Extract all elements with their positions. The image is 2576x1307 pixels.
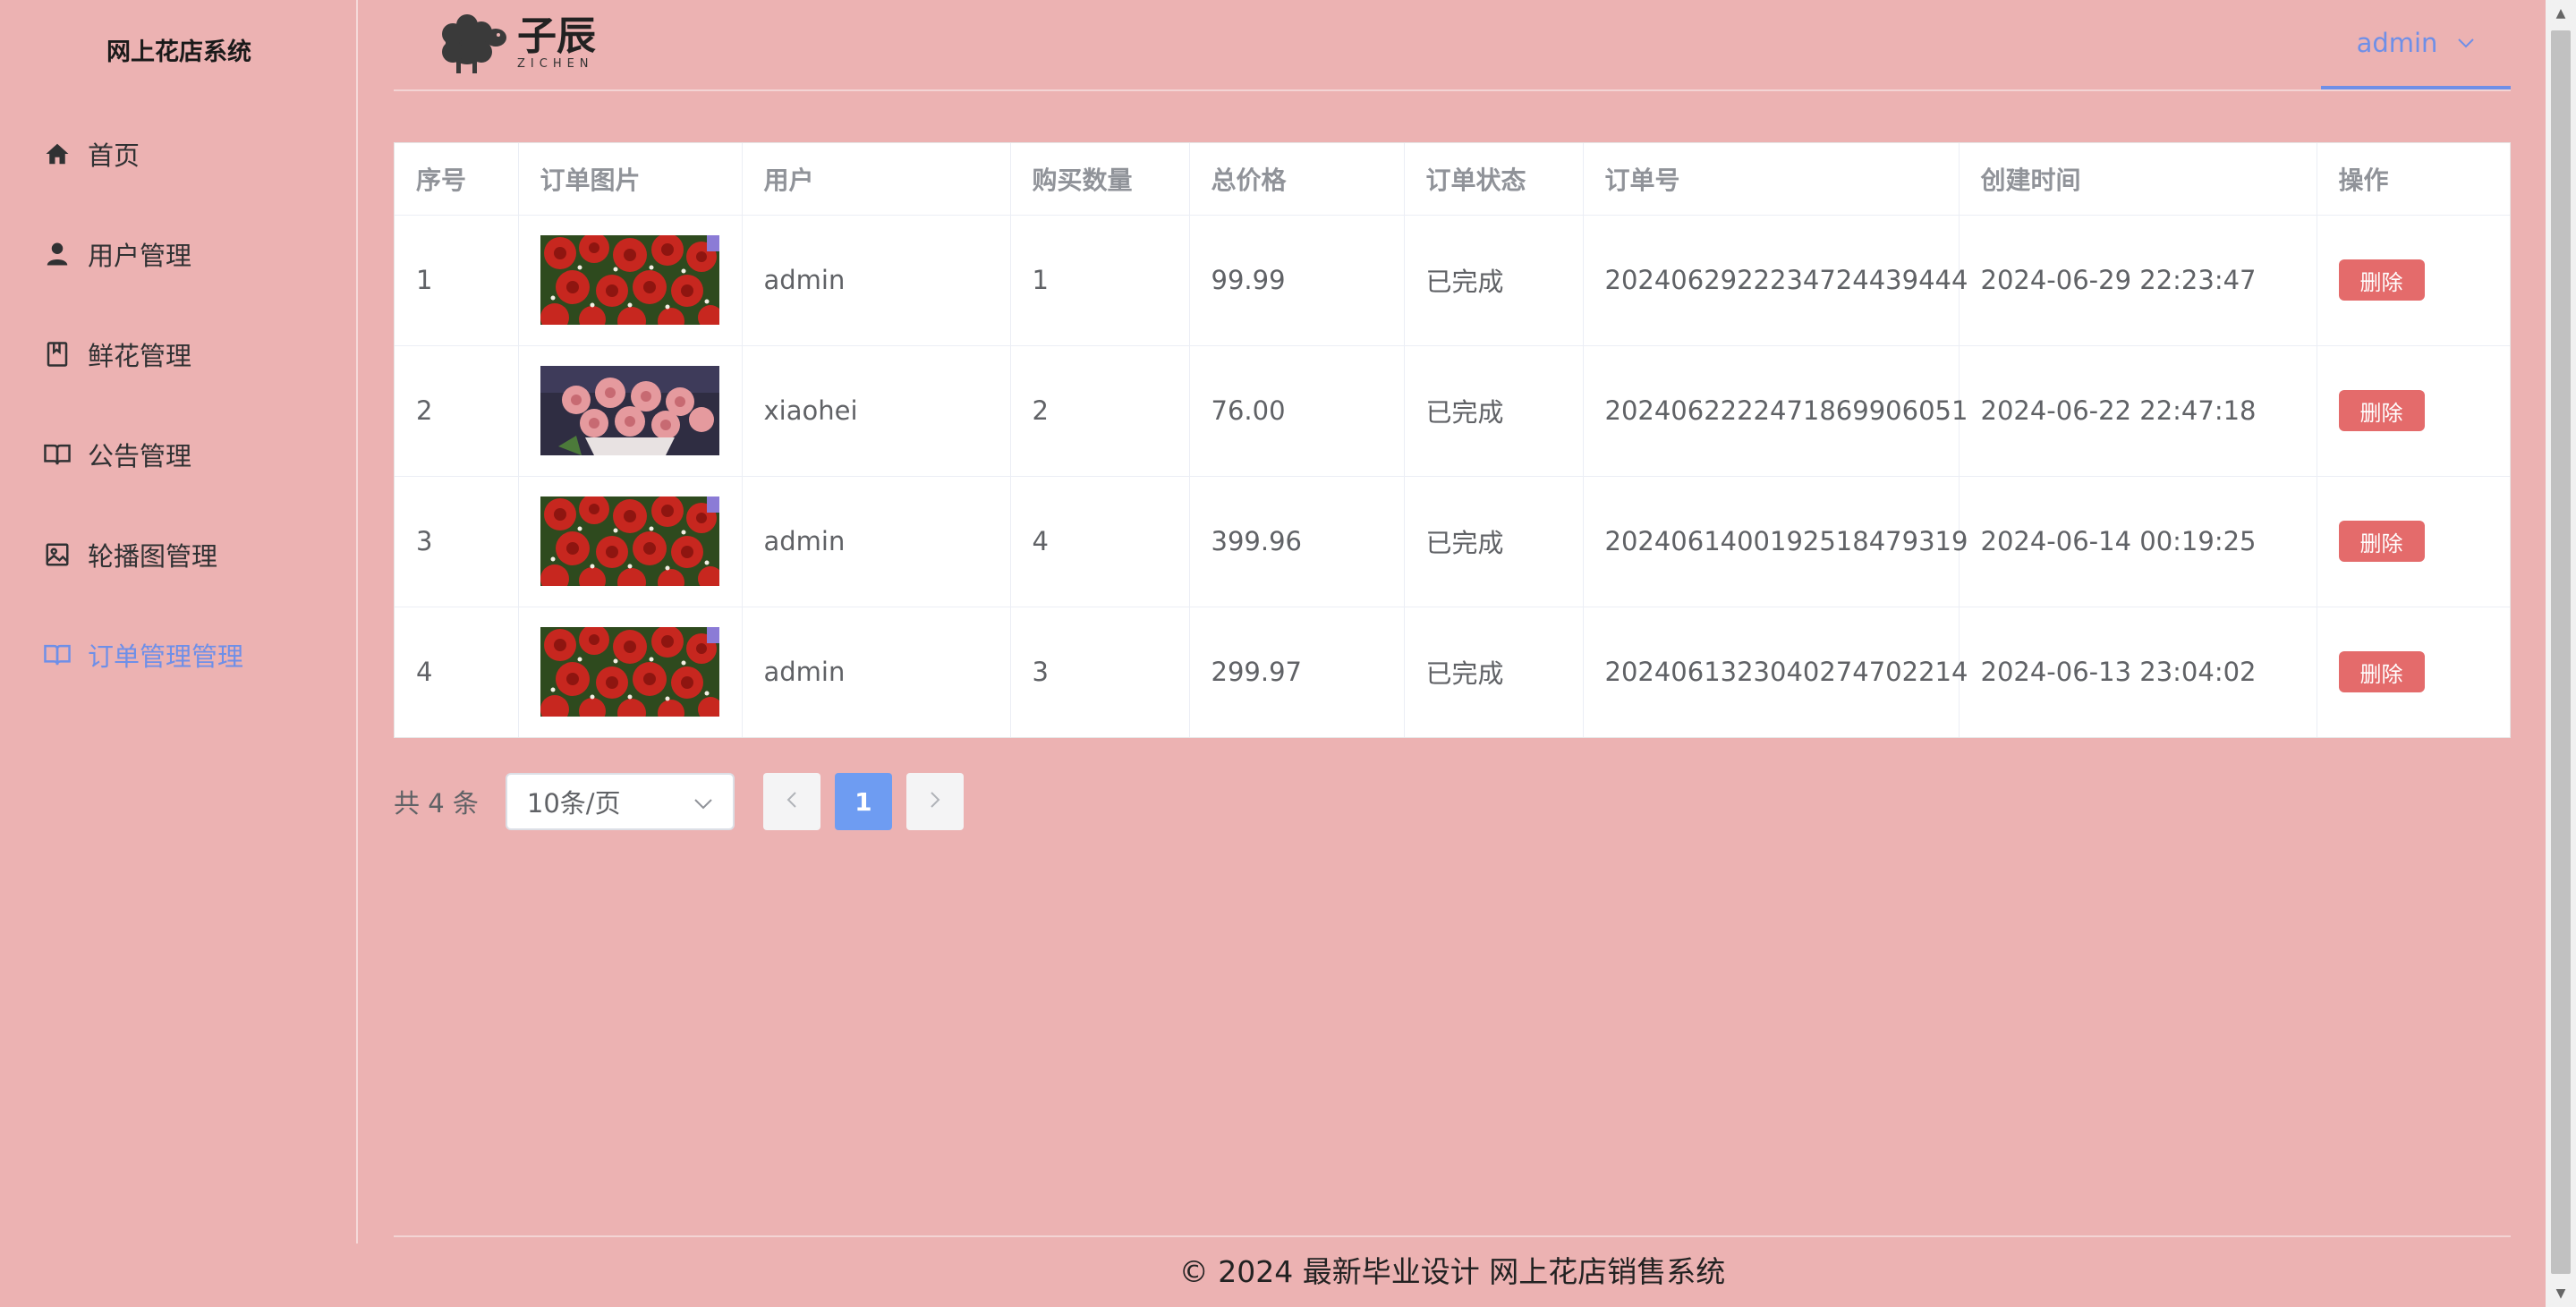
home-icon <box>41 138 73 170</box>
cell-index: 3 <box>395 476 519 607</box>
sidebar-item-label: 订单管理管理 <box>88 641 244 672</box>
sidebar-item-label: 首页 <box>88 140 140 171</box>
table-row: 1 admin 1 99.99 已完成 20240629222347244394… <box>395 215 2510 346</box>
open-book-icon <box>41 639 73 671</box>
cell-qty: 2 <box>1010 345 1190 477</box>
cell-status: 已完成 <box>1404 607 1584 737</box>
cell-status: 已完成 <box>1404 215 1584 346</box>
logo-text-cn: 子辰 <box>517 13 596 59</box>
cell-created: 2024-06-14 00:19:25 <box>1959 476 2317 607</box>
cell-user: admin <box>742 607 1011 737</box>
sidebar-item-flowers[interactable]: 鲜花管理 <box>0 304 356 404</box>
cell-user: xiaohei <box>742 345 1011 477</box>
cell-price: 399.96 <box>1189 476 1405 607</box>
cell-order-no: 2024062222471869906051 <box>1583 345 1968 477</box>
column-header: 总价格 <box>1189 143 1405 216</box>
sidebar-item-carousel[interactable]: 轮播图管理 <box>0 505 356 605</box>
column-header: 用户 <box>742 143 1011 216</box>
page-number-button[interactable]: 1 <box>834 773 892 830</box>
sidebar-item-label: 鲜花管理 <box>88 341 192 371</box>
delete-button[interactable]: 删除 <box>2338 651 2425 693</box>
chevron-left-icon <box>786 788 797 815</box>
cell-created: 2024-06-29 22:23:47 <box>1959 215 2317 346</box>
chevron-right-icon <box>930 788 940 815</box>
delete-button[interactable]: 删除 <box>2338 259 2425 301</box>
pink-roses-image <box>540 366 719 455</box>
scroll-down-arrow-icon[interactable]: ▼ <box>2546 1280 2576 1307</box>
column-header: 订单状态 <box>1404 143 1584 216</box>
column-header: 序号 <box>395 143 519 216</box>
column-header: 购买数量 <box>1010 143 1190 216</box>
table-header-row: 序号 订单图片 用户 购买数量 总价格 订单状态 订单号 创建时间 操作 <box>395 143 2510 216</box>
sidebar-item-label: 轮播图管理 <box>88 541 218 572</box>
table-row: 3 admin 4 399.96 已完成 2024061400192518479… <box>395 476 2510 607</box>
scroll-up-arrow-icon[interactable]: ▲ <box>2546 0 2576 27</box>
logo: 子辰 ZICHEN <box>431 9 596 77</box>
chevron-down-icon <box>2457 34 2475 53</box>
cell-created: 2024-06-22 22:47:18 <box>1959 345 2317 477</box>
page-size-value: 10条/页 <box>526 788 621 819</box>
table-row: 2 xiaohei 2 76.00 已完成 202406222247186990… <box>395 345 2510 477</box>
cell-qty: 1 <box>1010 215 1190 346</box>
book-icon <box>41 338 73 370</box>
sidebar-menu: 首页 用户管理 鲜花管理 公告管理 轮播图管理 订单管理管理 <box>0 104 356 705</box>
chevron-down-icon <box>693 786 713 817</box>
pagination: 共 4 条 10条/页 1 <box>394 773 978 830</box>
user-dropdown[interactable]: admin <box>2321 0 2511 89</box>
username: admin <box>2356 28 2438 58</box>
delete-button[interactable]: 删除 <box>2338 521 2425 562</box>
cell-price: 99.99 <box>1189 215 1405 346</box>
app-title: 网上花店系统 <box>106 38 251 66</box>
vertical-scrollbar[interactable]: ▲ ▼ <box>2546 0 2576 1307</box>
column-header: 创建时间 <box>1959 143 2317 216</box>
cell-order-no: 2024061400192518479319 <box>1583 476 1968 607</box>
sidebar-item-users[interactable]: 用户管理 <box>0 204 356 304</box>
cell-price: 299.97 <box>1189 607 1405 737</box>
delete-button[interactable]: 删除 <box>2338 390 2425 431</box>
cell-order-no: 2024061323040274702214 <box>1583 607 1968 737</box>
sidebar-item-label: 公告管理 <box>88 441 192 471</box>
sidebar: 网上花店系统 首页 用户管理 鲜花管理 公告管理 轮播图管理 订单管理管理 <box>0 0 358 1243</box>
cell-qty: 4 <box>1010 476 1190 607</box>
sidebar-item-home[interactable]: 首页 <box>0 104 356 204</box>
open-book-icon <box>41 438 73 471</box>
footer: © 2024 最新毕业设计 网上花店销售系统 <box>394 1235 2511 1291</box>
sheep-logo-icon <box>442 14 506 73</box>
cell-order-no: 2024062922234724439444 <box>1583 215 1968 346</box>
cell-price: 76.00 <box>1189 345 1405 477</box>
red-roses-image <box>540 496 719 586</box>
prev-page-button[interactable] <box>762 773 820 830</box>
sidebar-item-notices[interactable]: 公告管理 <box>0 404 356 505</box>
page-size-select[interactable]: 10条/页 <box>505 773 735 830</box>
sidebar-item-label: 用户管理 <box>88 241 192 271</box>
scrollbar-thumb[interactable] <box>2551 30 2571 1274</box>
cell-user: admin <box>742 215 1011 346</box>
cell-created: 2024-06-13 23:04:02 <box>1959 607 2317 737</box>
cell-index: 2 <box>395 345 519 477</box>
cell-status: 已完成 <box>1404 345 1584 477</box>
column-header: 订单图片 <box>518 143 743 216</box>
user-icon <box>41 238 73 270</box>
table-row: 4 admin 3 299.97 已完成 2024061323040274702… <box>395 607 2510 737</box>
cell-status: 已完成 <box>1404 476 1584 607</box>
red-roses-image <box>540 235 719 325</box>
logo-text-en: ZICHEN <box>517 56 594 71</box>
cell-index: 4 <box>395 607 519 737</box>
next-page-button[interactable] <box>905 773 964 830</box>
sidebar-item-orders[interactable]: 订单管理管理 <box>0 605 356 705</box>
column-header: 操作 <box>2317 143 2510 216</box>
cell-user: admin <box>742 476 1011 607</box>
red-roses-image <box>540 627 719 717</box>
cell-qty: 3 <box>1010 607 1190 737</box>
cell-index: 1 <box>395 215 519 346</box>
column-header: 订单号 <box>1583 143 1960 216</box>
image-icon <box>41 539 73 571</box>
orders-table: 序号 订单图片 用户 购买数量 总价格 订单状态 订单号 创建时间 操作 1 a… <box>394 142 2511 738</box>
total-count: 共 4 条 <box>394 788 479 819</box>
top-header: 子辰 ZICHEN admin <box>394 0 2511 91</box>
